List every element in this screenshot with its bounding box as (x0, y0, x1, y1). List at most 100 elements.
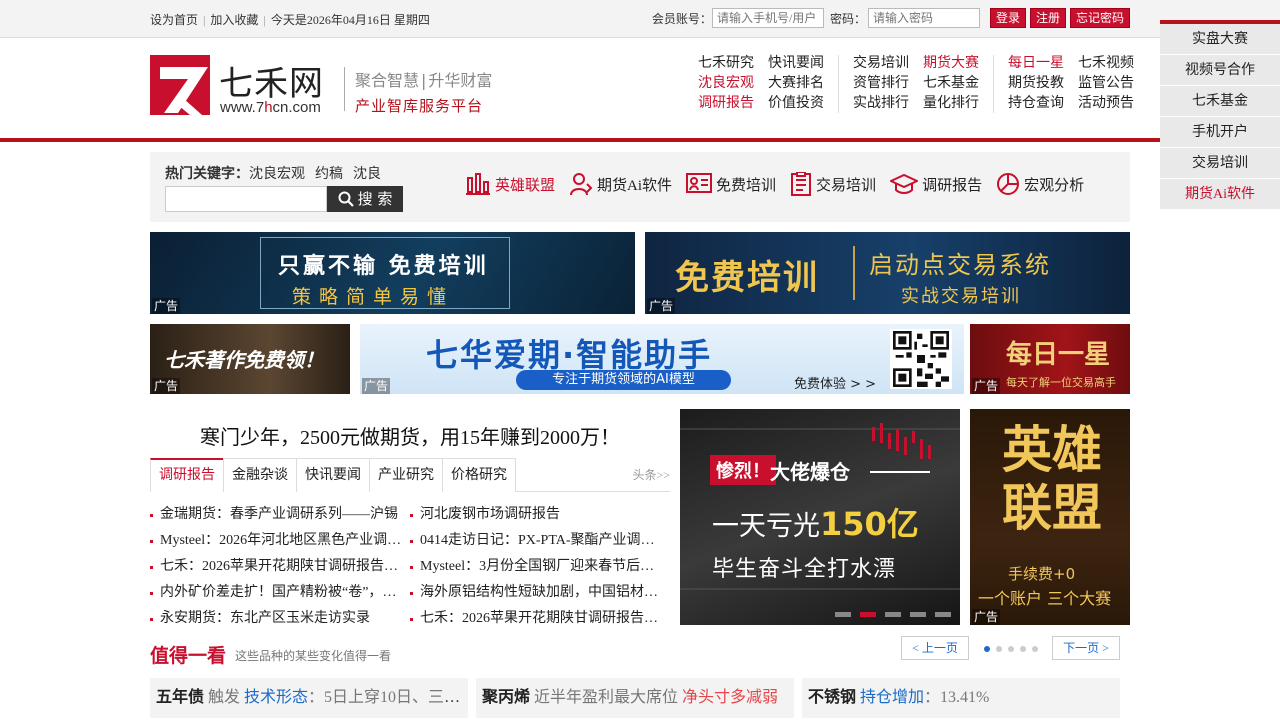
nav-item[interactable]: 七禾基金 (923, 75, 979, 93)
nav-item[interactable]: 七禾研究 (698, 55, 754, 73)
ad-banner-daily-star[interactable]: 每日一星 每天了解一位交易高手 广告 (970, 324, 1130, 394)
hot-keyword[interactable]: 沈良 (353, 167, 381, 182)
news-item[interactable]: 七禾：2026苹果开花期陕甘调研报告D4-D6 (410, 607, 670, 627)
prev-page-button[interactable]: < 上一页 (901, 636, 969, 660)
carousel-banner[interactable]: 惨烈！ 大佬爆仓 一天亏光150亿 毕生奋斗全打水漂 (680, 409, 960, 625)
nav-item[interactable]: 沈良宏观 (698, 75, 754, 93)
nav-item[interactable]: 大赛排名 (768, 75, 824, 93)
top-links: 设为首页 | 加入收藏 | 今天是2026年04月16日 星期四 (150, 13, 430, 27)
nav-item[interactable]: 资管排行 (853, 75, 909, 93)
worth-card[interactable]: 聚丙烯 近半年盈利最大席位 净头寸多减弱 (476, 678, 794, 718)
worth-cards: 五年债 触发 技术形态：5日上穿10日、三线多头排列 聚丙烯 近半年盈利最大席位… (150, 678, 1120, 718)
add-favorite-link[interactable]: 加入收藏 (210, 13, 258, 27)
news-item[interactable]: 金瑞期货：春季产业调研系列——沪锡 (150, 503, 410, 523)
carousel-dot[interactable] (935, 612, 951, 617)
nav-group-2: 交易培训 期货大赛 资管排行 七禾基金 实战排行 量化排行 (838, 55, 993, 113)
headline-link[interactable]: 寒门少年，2500元做期货，用15年赚到2000万！ (200, 421, 620, 450)
ad-banner-trading-system[interactable]: 免费培训 启动点交易系统 实战交易培训 广告 (645, 232, 1130, 314)
member-account-input[interactable] (711, 8, 824, 28)
news-item[interactable]: 海外原铝结构性短缺加剧，中国铝材出口 (410, 581, 670, 601)
pager-dot[interactable] (1020, 646, 1026, 652)
search-input[interactable] (165, 186, 327, 212)
search-icon (338, 191, 354, 207)
pager-dot[interactable] (1032, 646, 1038, 652)
nav-item[interactable]: 期货大赛 (923, 55, 979, 73)
login-form: 会员账号： 密码： 登录 注册 忘记密码 (652, 7, 1130, 29)
nav-item[interactable]: 实战排行 (853, 95, 909, 113)
quick-link-macro-analysis[interactable]: 宏观分析 (996, 172, 1084, 196)
news-item[interactable]: 七禾：2026苹果开花期陕甘调研报告D1-D3 (150, 555, 410, 575)
logo-icon[interactable] (150, 55, 220, 115)
hot-keyword[interactable]: 约稿 (315, 167, 343, 182)
nav-item[interactable]: 七禾视频 (1078, 55, 1134, 73)
side-menu-item[interactable]: 视频号合作 (1160, 55, 1280, 86)
ad-banner-hero-league[interactable]: 英雄联盟 手续费+0 一个账户 三个大赛 广告 (970, 409, 1130, 625)
today-date: 今天是2026年04月16日 星期四 (270, 13, 430, 27)
side-menu-item[interactable]: 实盘大赛 (1160, 24, 1280, 55)
nav-item[interactable]: 调研报告 (698, 95, 754, 113)
side-menu-item[interactable]: 手机开户 (1160, 117, 1280, 148)
pager-dot[interactable] (996, 646, 1002, 652)
side-menu-item[interactable]: 交易培训 (1160, 148, 1280, 179)
news-item[interactable]: 永安期货：东北产区玉米走访实录 (150, 607, 410, 627)
hot-keywords: 热门关键字：沈良宏观 约稿 沈良 (165, 167, 381, 182)
search-button[interactable]: 搜 索 (327, 186, 403, 212)
login-button[interactable]: 登录 (989, 8, 1026, 28)
side-menu-item[interactable]: 七禾基金 (1160, 86, 1280, 117)
section-title: 值得一看 (150, 645, 227, 667)
carousel-dot[interactable] (910, 612, 926, 617)
password-label: 密码： (829, 11, 866, 26)
nav-item[interactable]: 量化排行 (923, 95, 979, 113)
nav-item[interactable]: 快讯要闻 (768, 55, 824, 73)
worth-card[interactable]: 不锈钢 持仓增加：13.41% (802, 678, 1120, 718)
news-item[interactable]: 内外矿价差走扩！国产精粉被“卷”，价格承压 (150, 581, 410, 601)
carousel-dot[interactable] (860, 612, 876, 617)
tab-price-research[interactable]: 价格研究 (442, 458, 516, 492)
quick-link-ai-software[interactable]: 期货Ai软件 (569, 172, 672, 196)
tab-industry-research[interactable]: 产业研究 (369, 458, 443, 492)
nav-item[interactable]: 价值投资 (768, 95, 824, 113)
quick-link-hero-league[interactable]: 英雄联盟 (465, 172, 555, 196)
ad-banner-free-training[interactable]: 只赢不输 免费培训 策略简单易懂 广告 (150, 232, 635, 314)
site-header: 七禾网 www.7hcn.com 聚合智慧 | 升华财富 产业智库服务平台 七禾研究… (0, 38, 1280, 142)
set-homepage-link[interactable]: 设为首页 (150, 13, 198, 27)
tab-research-report[interactable]: 调研报告 (150, 458, 224, 492)
forgot-password-button[interactable]: 忘记密码 (1069, 8, 1130, 28)
news-item[interactable]: Mysteel：2026年河北地区黑色产业调研报告 (150, 529, 410, 549)
register-button[interactable]: 注册 (1029, 8, 1066, 28)
top-bar: 设为首页|加入收藏|今天是2026年04月16日 星期四 会员账号： 密码： 登… (0, 0, 1280, 38)
nav-item[interactable]: 交易培训 (853, 55, 909, 73)
quick-link-trading-training[interactable]: 交易培训 (790, 172, 876, 196)
nav-item[interactable]: 每日一星 (1008, 55, 1064, 73)
carousel-dot[interactable] (835, 612, 851, 617)
quick-link-free-training[interactable]: 免费培训 (686, 172, 776, 196)
nav-group-3: 每日一星 七禾视频 期货投教 监管公告 持仓查询 活动预告 (993, 55, 1134, 113)
news-item[interactable]: 0414走访日记：PX-PTA-聚酯产业调研报告 (410, 529, 670, 549)
quick-link-research-report[interactable]: 调研报告 (890, 172, 982, 196)
news-row: 金瑞期货：春季产业调研系列——沪锡 河北废钢市场调研报告 (150, 500, 670, 526)
search-strip: 热门关键字：沈良宏观 约稿 沈良 搜 索 英雄联盟 期货Ai软件 免费培训 交易培训… (150, 152, 1130, 222)
ad-banner-ai-assistant[interactable]: 七华爱期·智能助手 专注于期货领域的AI模型 免费体验 > > 广告 (360, 324, 964, 394)
side-menu-item[interactable]: 期货Ai软件 (1160, 179, 1280, 210)
news-row: 永安期货：东北产区玉米走访实录 七禾：2026苹果开花期陕甘调研报告D4-D6 (150, 604, 670, 630)
nav-item[interactable]: 持仓查询 (1008, 95, 1064, 113)
ad-banner-free-books[interactable]: 七禾著作免费领！ 广告 (150, 324, 350, 394)
nav-item[interactable]: 监管公告 (1078, 75, 1134, 93)
nav-item[interactable]: 期货投教 (1008, 75, 1064, 93)
tab-finance-talk[interactable]: 金融杂谈 (223, 458, 297, 492)
news-tabs: 调研报告 金融杂谈 快讯要闻 产业研究 价格研究 头条>> (150, 458, 670, 492)
ad-label: 广告 (647, 298, 676, 314)
pager-dot[interactable] (1008, 646, 1014, 652)
headlines-more-link[interactable]: 头条>> (632, 466, 670, 483)
logo-url: www.7hcn.com (220, 99, 321, 116)
pager-dot[interactable] (984, 646, 990, 652)
worth-card[interactable]: 五年债 触发 技术形态：5日上穿10日、三线多头排列 (150, 678, 468, 718)
tab-news-flash[interactable]: 快讯要闻 (296, 458, 370, 492)
news-item[interactable]: 河北废钢市场调研报告 (410, 503, 670, 523)
news-item[interactable]: Mysteel：3月份全国钢厂迎来春节后复产 (410, 555, 670, 575)
nav-item[interactable]: 活动预告 (1078, 95, 1134, 113)
next-page-button[interactable]: 下一页 > (1052, 636, 1120, 660)
password-input[interactable] (867, 8, 980, 28)
hot-keyword[interactable]: 沈良宏观 (249, 167, 305, 182)
carousel-dot[interactable] (885, 612, 901, 617)
